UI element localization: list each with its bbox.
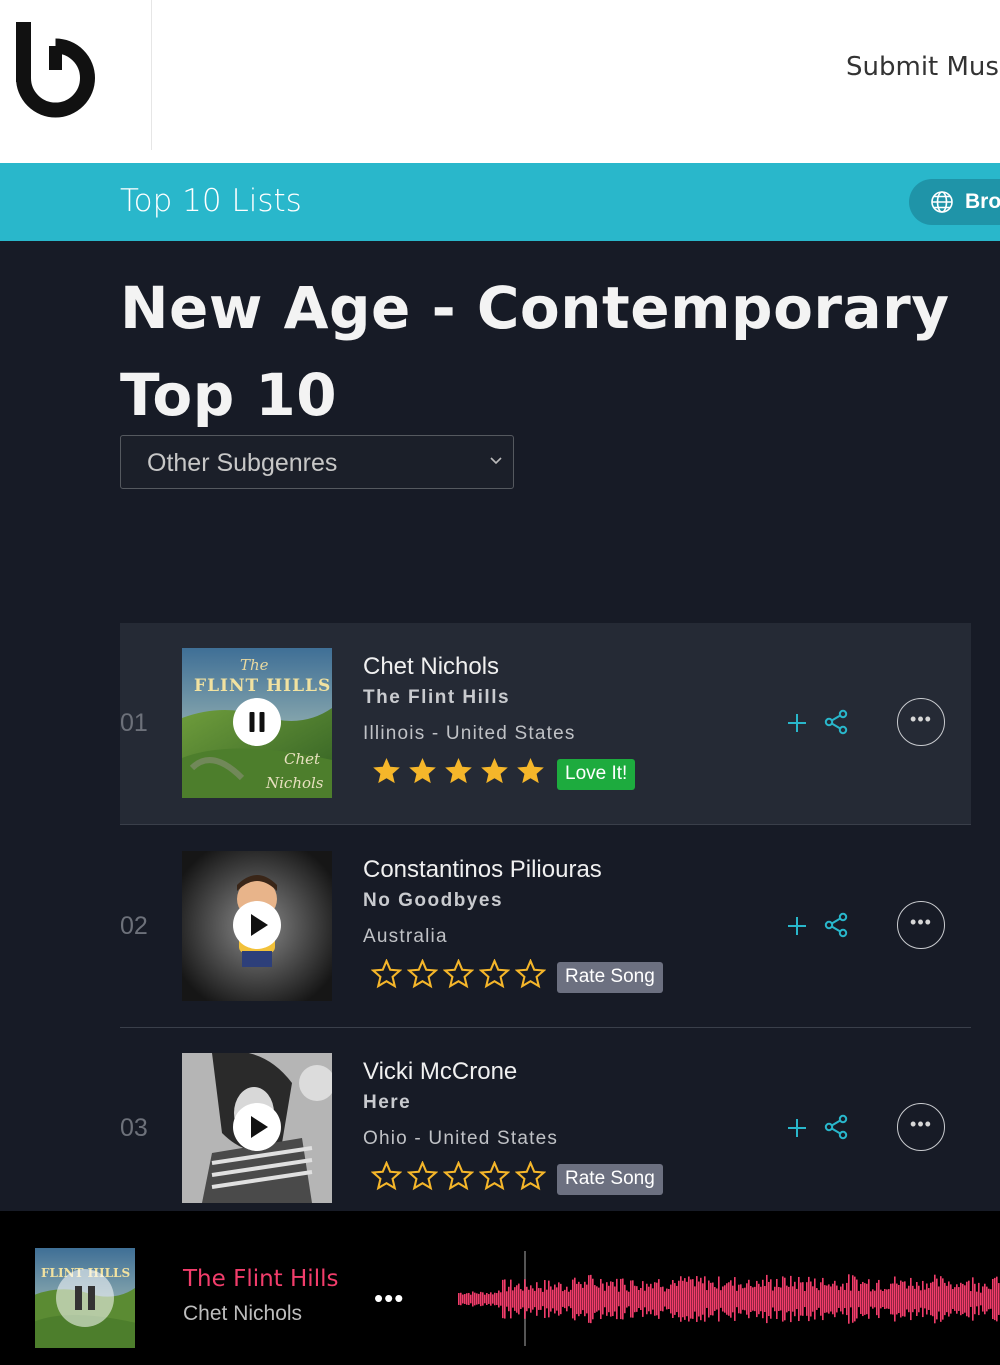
player-pause-button[interactable] (56, 1269, 114, 1327)
share-icon[interactable] (823, 709, 849, 735)
header-divider (151, 0, 152, 150)
play-icon (251, 1116, 268, 1138)
player-artist-name[interactable]: Chet Nichols (183, 1302, 302, 1326)
audio-player: FLINT HILLS The Flint Hills Chet Nichols… (0, 1211, 1000, 1365)
rate-song-button[interactable]: Rate Song (557, 1164, 663, 1195)
chevron-down-icon (490, 457, 502, 465)
pause-icon (249, 712, 265, 732)
star-icon[interactable] (443, 756, 474, 787)
browse-label: Bro (965, 190, 1000, 213)
plus-icon[interactable] (785, 711, 809, 735)
band-title[interactable]: Top 10 Lists (120, 183, 302, 219)
artist-location: Ohio - United States (363, 1128, 559, 1149)
star-icon[interactable] (515, 1161, 546, 1192)
artist-name[interactable]: Vicki McCrone (363, 1058, 517, 1086)
track-row[interactable]: 03 Vicki McCrone Here Ohio - United Stat… (120, 1028, 971, 1211)
more-icon[interactable]: ••• (897, 901, 945, 949)
star-icon[interactable] (479, 959, 510, 990)
nav-submit-music[interactable]: Submit Musi (846, 52, 1000, 82)
pause-button[interactable] (233, 698, 281, 746)
brand-logo-icon[interactable] (14, 20, 98, 118)
star-icon[interactable] (515, 756, 546, 787)
song-title[interactable]: Here (363, 1092, 411, 1114)
song-title[interactable]: The Flint Hills (363, 687, 510, 709)
page-title: New Age - Contemporary Top 10 (120, 274, 950, 429)
star-icon[interactable] (443, 1161, 474, 1192)
play-icon (251, 914, 268, 936)
star-icon[interactable] (479, 756, 510, 787)
star-icon[interactable] (443, 959, 474, 990)
track-rank: 01 (120, 709, 148, 737)
browse-button[interactable]: Bro (909, 179, 1000, 225)
rate-song-button[interactable]: Rate Song (557, 962, 663, 993)
plus-icon[interactable] (785, 1116, 809, 1140)
play-button[interactable] (233, 1103, 281, 1151)
star-icon[interactable] (407, 1161, 438, 1192)
site-header: Submit Musi (0, 0, 1000, 163)
star-rating[interactable] (371, 756, 551, 790)
globe-icon (931, 191, 953, 213)
star-rating[interactable] (371, 1161, 551, 1195)
star-icon[interactable] (371, 959, 402, 990)
track-rank: 03 (120, 1114, 148, 1142)
plus-icon[interactable] (785, 914, 809, 938)
artist-location: Australia (363, 926, 448, 947)
share-icon[interactable] (823, 1114, 849, 1140)
love-it-badge: Love It! (557, 759, 636, 790)
star-icon[interactable] (407, 756, 438, 787)
track-row[interactable]: 01 The FLINT HILLS Chet Nichols Chet Nic… (120, 623, 971, 825)
artist-location: Illinois - United States (363, 723, 576, 744)
track-row[interactable]: 02 Constantinos Piliouras No Goodbyes Au… (120, 826, 971, 1028)
top10-band: Top 10 Lists Bro (0, 163, 1000, 241)
artist-name[interactable]: Chet Nichols (363, 653, 499, 681)
artist-name[interactable]: Constantinos Piliouras (363, 856, 602, 884)
player-more-icon[interactable]: ••• (374, 1283, 404, 1314)
pause-icon (75, 1286, 95, 1310)
star-icon[interactable] (407, 959, 438, 990)
more-icon[interactable]: ••• (897, 1103, 945, 1151)
track-rank: 02 (120, 912, 148, 940)
play-button[interactable] (233, 901, 281, 949)
main-content: New Age - Contemporary Top 10 Other Subg… (0, 241, 1000, 1211)
waveform-icon[interactable] (458, 1251, 1000, 1346)
song-title[interactable]: No Goodbyes (363, 890, 503, 912)
subgenre-select-value: Other Subgenres (147, 449, 338, 477)
star-icon[interactable] (371, 1161, 402, 1192)
star-icon[interactable] (515, 959, 546, 990)
player-song-title[interactable]: The Flint Hills (183, 1266, 338, 1292)
more-icon[interactable]: ••• (897, 698, 945, 746)
share-icon[interactable] (823, 912, 849, 938)
star-icon[interactable] (479, 1161, 510, 1192)
subgenre-select[interactable]: Other Subgenres (120, 435, 514, 489)
star-rating[interactable] (371, 959, 551, 993)
star-icon[interactable] (371, 756, 402, 787)
